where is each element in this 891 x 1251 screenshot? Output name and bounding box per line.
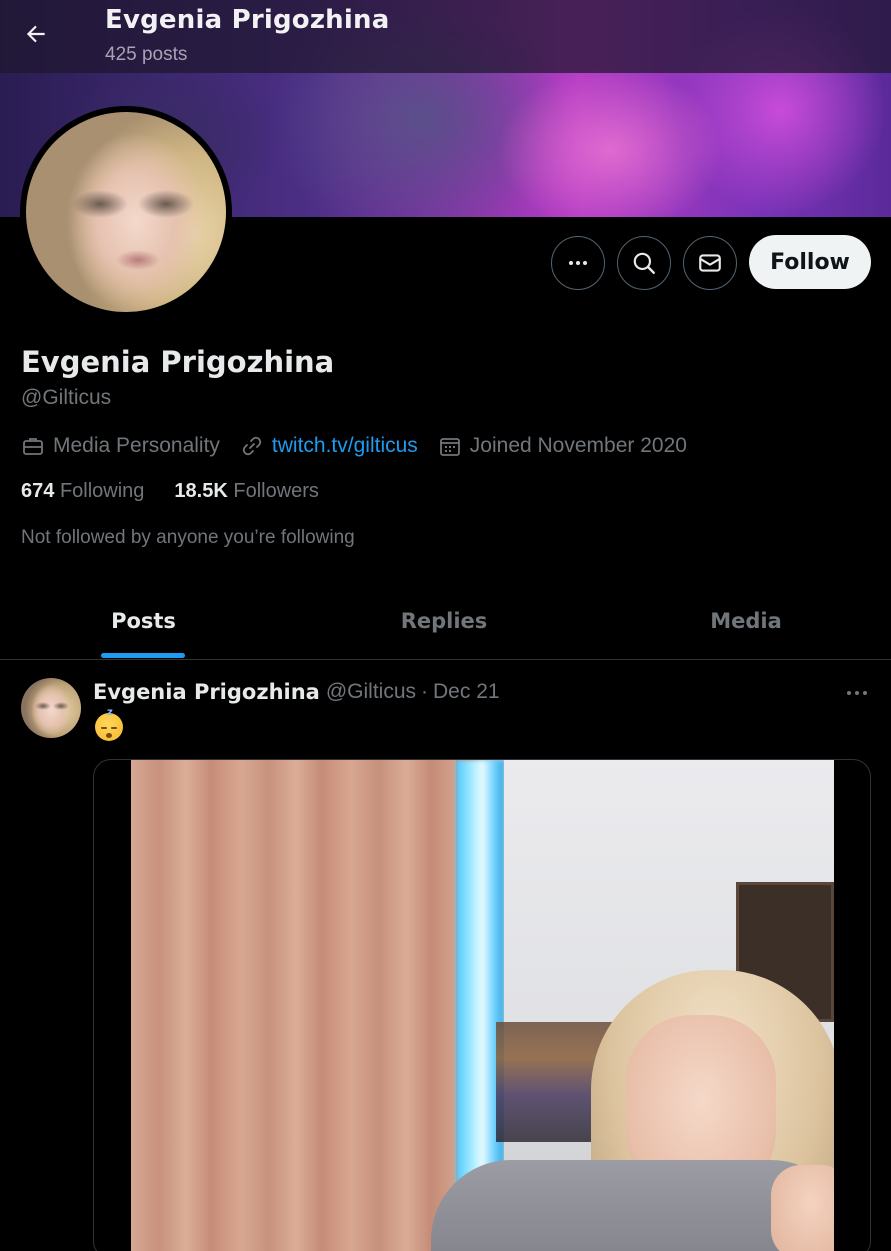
ellipsis-icon xyxy=(569,261,587,265)
tab-replies[interactable]: Replies xyxy=(297,583,591,659)
emoji-eye-right xyxy=(111,727,117,729)
arrow-left-icon xyxy=(26,25,45,43)
profile-handle: @Gilticus xyxy=(21,386,112,409)
search-profile-button[interactable] xyxy=(617,236,671,290)
profile-website[interactable]: twitch.tv/gilticus xyxy=(240,434,418,458)
following-label: Following xyxy=(59,480,145,502)
post-author-handle[interactable]: @Gilticus xyxy=(326,680,416,704)
profile-website-link[interactable]: twitch.tv/gilticus xyxy=(272,434,418,458)
more-options-button[interactable] xyxy=(551,236,605,290)
tab-posts[interactable]: Posts xyxy=(0,583,287,659)
profile-category-label: Media Personality xyxy=(53,434,220,457)
link-icon xyxy=(242,436,262,456)
video-person-hand xyxy=(771,1165,834,1251)
followers-label: Followers xyxy=(233,480,319,502)
follow-button[interactable]: Follow xyxy=(749,235,871,289)
zzz-icon: z xyxy=(107,707,113,718)
profile-joined-label: Joined November 2020 xyxy=(469,434,687,457)
post-author-avatar[interactable] xyxy=(21,678,81,738)
post-header: Evgenia Prigozhina @Gilticus · Dec 21 xyxy=(93,680,500,704)
following-count: 674 xyxy=(21,480,55,502)
video-frame xyxy=(131,760,834,1251)
emoji-eye-left xyxy=(101,727,107,729)
video-curtain xyxy=(131,760,456,1251)
profile-display-name: Evgenia Prigozhina xyxy=(21,345,335,379)
post-video[interactable] xyxy=(93,759,871,1251)
profile-page: Evgenia Prigozhina 425 posts Follow Evge… xyxy=(0,0,891,1251)
followers-count: 18.5K xyxy=(174,480,228,502)
calendar-icon xyxy=(439,438,460,456)
search-icon xyxy=(633,252,655,274)
top-header-bar: Evgenia Prigozhina 425 posts xyxy=(0,0,891,73)
post-item[interactable]: Evgenia Prigozhina @Gilticus · Dec 21 z xyxy=(0,661,891,1251)
ellipsis-icon xyxy=(847,691,867,695)
briefcase-icon xyxy=(23,438,43,455)
profile-joined: Joined November 2020 xyxy=(438,434,687,458)
post-more-button[interactable] xyxy=(843,685,871,701)
post-separator: · xyxy=(421,680,429,703)
post-author-name[interactable]: Evgenia Prigozhina xyxy=(93,680,320,704)
mutual-followers-note: Not followed by anyone you’re following xyxy=(21,527,355,548)
active-tab-indicator xyxy=(101,653,185,658)
followers-stat[interactable]: 18.5K Followers xyxy=(174,480,319,503)
message-button[interactable] xyxy=(683,236,737,290)
profile-tabs: Posts Replies Media xyxy=(0,583,891,660)
tab-media[interactable]: Media xyxy=(601,583,891,659)
emoji-mouth xyxy=(106,733,112,738)
profile-avatar-image xyxy=(26,112,226,312)
profile-category: Media Personality xyxy=(21,434,220,458)
profile-stats: 674 Following 18.5K Followers xyxy=(21,480,349,503)
profile-meta-row: Media Personality twitch.tv/gilticus Joi… xyxy=(21,431,707,461)
header-post-count: 425 posts xyxy=(105,44,188,65)
following-stat[interactable]: 674 Following xyxy=(21,480,144,503)
header-title: Evgenia Prigozhina xyxy=(105,5,390,35)
sleeping-face-emoji: z xyxy=(95,707,123,741)
envelope-icon xyxy=(699,254,721,272)
profile-avatar[interactable] xyxy=(20,106,232,318)
back-button[interactable] xyxy=(14,12,58,56)
post-date[interactable]: Dec 21 xyxy=(433,680,500,704)
